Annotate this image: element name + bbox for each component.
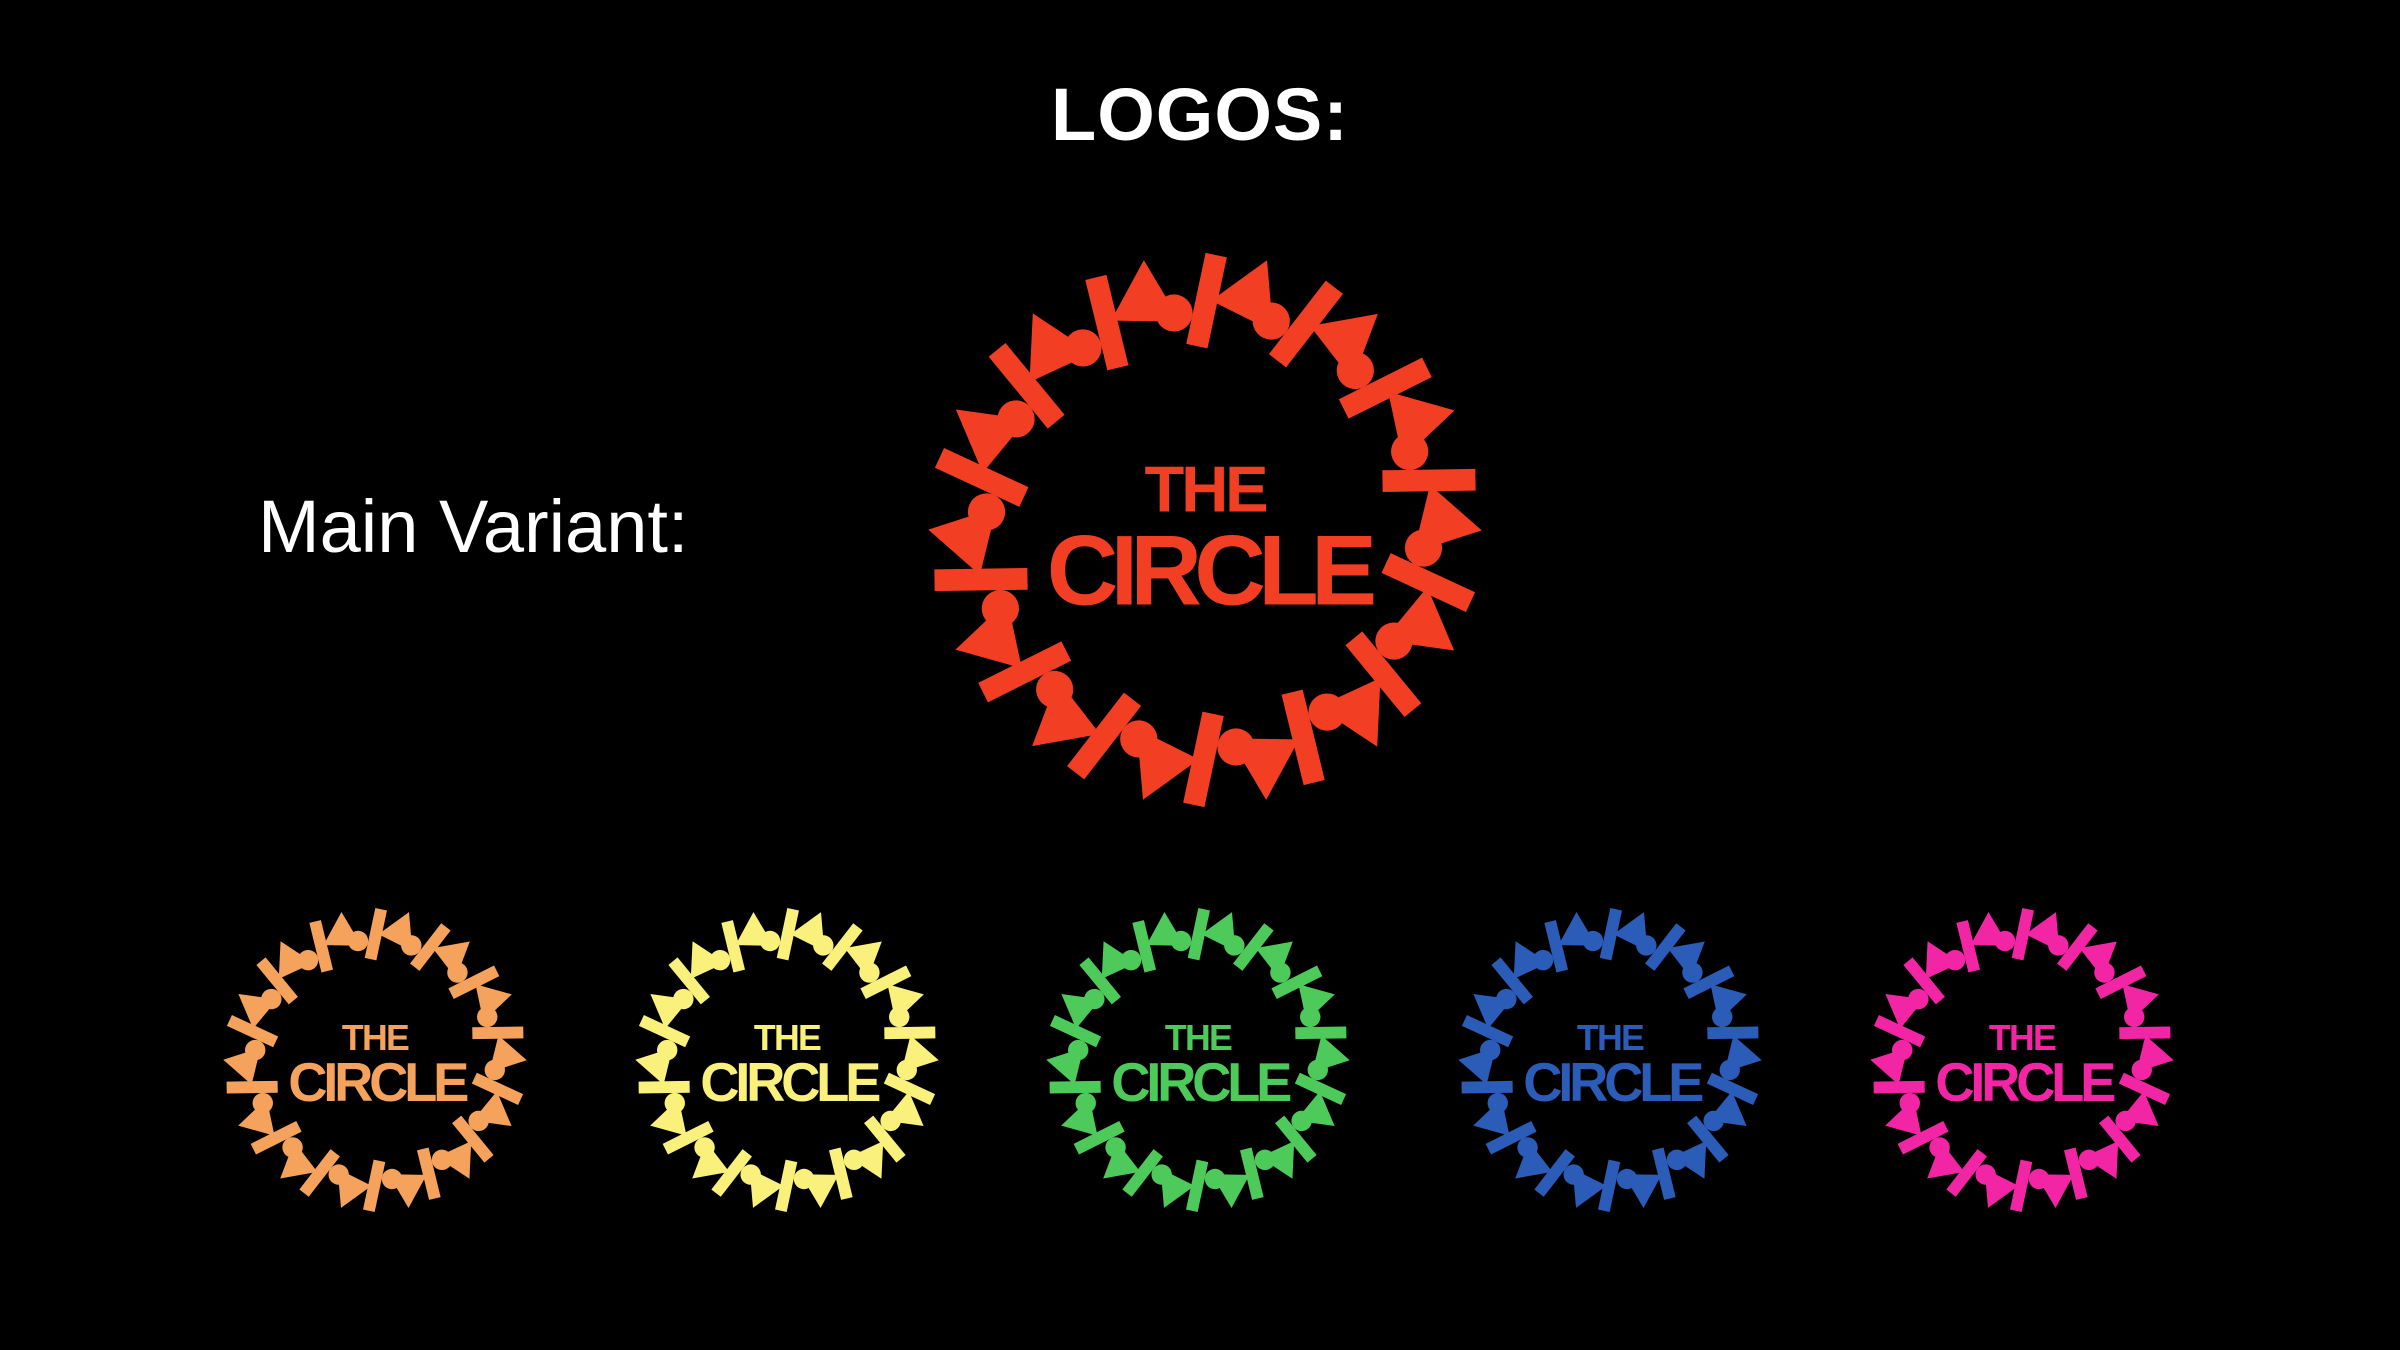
logo-pink: THE CIRCLE [1852, 890, 2192, 1230]
wordmark-circle: CIRCLE [1935, 1052, 2115, 1113]
person-figure [347, 908, 413, 961]
person-figure [1064, 260, 1181, 371]
circle-of-people-icon: THECIRCLE [223, 908, 527, 1212]
person-figure [749, 1159, 815, 1212]
circle-of-people-icon: THECIRCLE [635, 908, 939, 1212]
person-figure [1136, 711, 1255, 808]
logo-orange: THE CIRCLE [205, 890, 545, 1230]
person-figure [1572, 1159, 1638, 1212]
person-figure [1155, 252, 1274, 349]
person-figure [1984, 1159, 2050, 1212]
person-figure [297, 911, 362, 973]
person-figure [1532, 911, 1597, 973]
page-title: LOGOS: [1051, 73, 1349, 156]
main-variant-label: Main Variant: [258, 485, 689, 568]
logo-yellow: THE CIRCLE [617, 890, 957, 1230]
logo-green: THE CIRCLE [1028, 890, 1368, 1230]
logo-blue: THE CIRCLE [1440, 890, 1780, 1230]
person-figure [1994, 908, 2060, 961]
circle-of-people-icon: THECIRCLE [928, 252, 1482, 808]
logo-main: THE CIRCLE [895, 220, 1515, 840]
person-figure [337, 1159, 403, 1212]
circle-of-people-icon: THECIRCLE [1046, 908, 1350, 1212]
person-figure [1120, 911, 1185, 973]
person-figure [1582, 908, 1648, 961]
person-figure [1170, 908, 1236, 961]
person-figure [709, 911, 774, 973]
person-figure [1944, 911, 2009, 973]
person-figure [1160, 1159, 1226, 1212]
wordmark-circle: CIRCLE [1523, 1052, 1703, 1113]
circle-of-people-icon: THECIRCLE [1870, 908, 2174, 1212]
wordmark-circle: CIRCLE [288, 1052, 468, 1113]
person-figure [759, 908, 825, 961]
circle-of-people-icon: THECIRCLE [1458, 908, 1762, 1212]
wordmark-circle: CIRCLE [700, 1052, 880, 1113]
wordmark-circle: CIRCLE [1111, 1052, 1291, 1113]
wordmark-circle: CIRCLE [1047, 515, 1374, 626]
